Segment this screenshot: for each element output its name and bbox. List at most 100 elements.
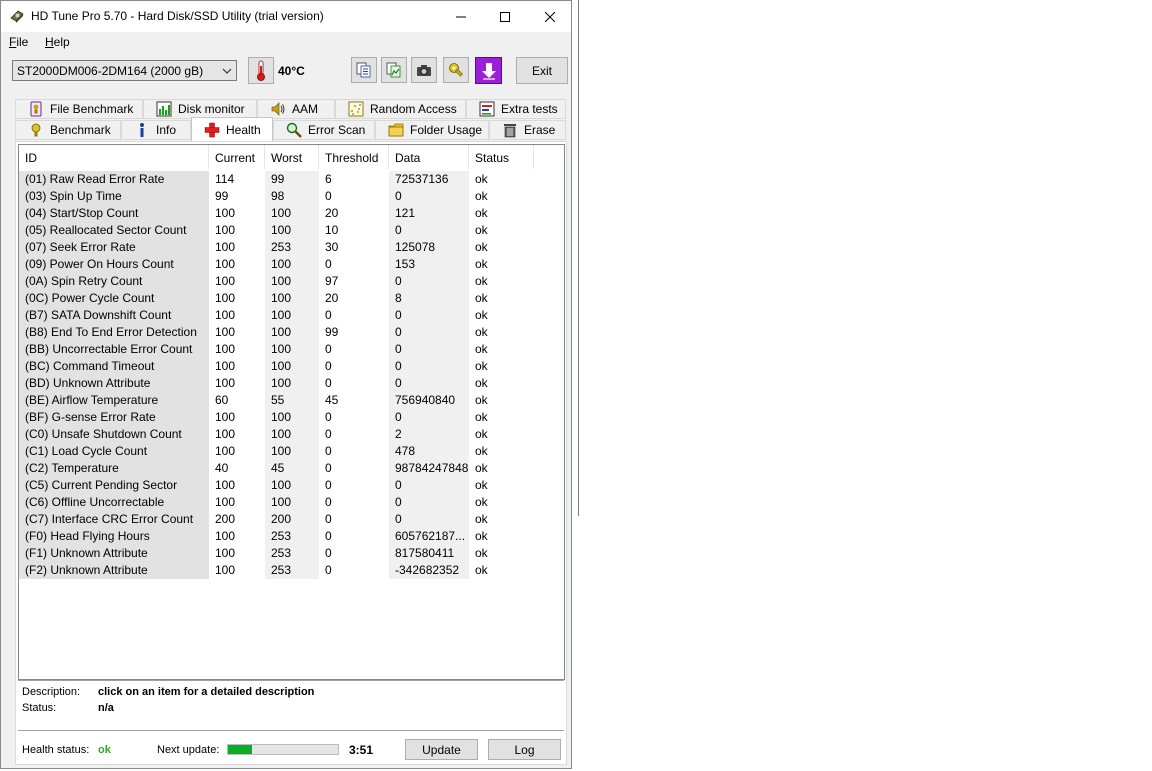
table-row[interactable]: (F1) Unknown Attribute 100 253 0 817580411 ok [19, 545, 564, 562]
data-value-cell: 0 [389, 494, 469, 511]
table-row[interactable]: (C6) Offline Uncorrectable 100 100 0 0 ok [19, 494, 564, 511]
tab-disk-monitor[interactable]: Disk monitor [143, 99, 257, 119]
table-row[interactable]: (C0) Unsafe Shutdown Count 100 100 0 2 ok [19, 426, 564, 443]
data-value-cell: 605762187... [389, 528, 469, 545]
tab-health[interactable]: Health [191, 117, 273, 141]
table-row[interactable]: (BD) Unknown Attribute 100 100 0 0 ok [19, 375, 564, 392]
data-value-cell: 153 [389, 256, 469, 273]
table-row[interactable]: (03) Spin Up Time 99 98 0 0 ok [19, 188, 564, 205]
table-row[interactable]: (B7) SATA Downshift Count 100 100 0 0 ok [19, 307, 564, 324]
toolbar: ST2000DM006-2DM164 (2000 gB) 40°C Exit [1, 52, 571, 94]
screenshot-button[interactable] [411, 57, 437, 83]
drive-select[interactable]: ST2000DM006-2DM164 (2000 gB) [12, 60, 237, 81]
status-value-cell: ok [469, 392, 534, 409]
table-row[interactable]: (BF) G-sense Error Rate 100 100 0 0 ok [19, 409, 564, 426]
column-header-worst[interactable]: Worst [265, 145, 319, 169]
table-row[interactable]: (0C) Power Cycle Count 100 100 20 8 ok [19, 290, 564, 307]
table-row[interactable]: (BC) Command Timeout 100 100 0 0 ok [19, 358, 564, 375]
attribute-id-cell: (BB) Uncorrectable Error Count [19, 341, 209, 358]
table-row[interactable]: (09) Power On Hours Count 100 100 0 153 ok [19, 256, 564, 273]
table-row[interactable]: (B8) End To End Error Detection 100 100 99 0… [19, 324, 564, 341]
save-button[interactable] [475, 57, 502, 84]
maximize-button[interactable] [482, 1, 528, 32]
exit-button[interactable]: Exit [516, 57, 568, 84]
table-row[interactable]: (05) Reallocated Sector Count 100 100 10 0 ok [19, 222, 564, 239]
current-value-cell: 100 [209, 256, 265, 273]
threshold-value-cell: 6 [319, 171, 389, 188]
attribute-id-cell: (0C) Power Cycle Count [19, 290, 209, 307]
status-value-cell: ok [469, 409, 534, 426]
threshold-value-cell: 0 [319, 426, 389, 443]
current-value-cell: 100 [209, 545, 265, 562]
threshold-value-cell: 97 [319, 273, 389, 290]
current-value-cell: 60 [209, 392, 265, 409]
table-row[interactable]: (BB) Uncorrectable Error Count 100 100 0 0 ok [19, 341, 564, 358]
tab-extra-tests[interactable]: Extra tests [466, 99, 566, 119]
tab-info-label: Info [156, 123, 177, 137]
data-value-cell: 0 [389, 511, 469, 528]
current-value-cell: 100 [209, 239, 265, 256]
attribute-id-cell: (04) Start/Stop Count [19, 205, 209, 222]
menu-file[interactable]: File [9, 35, 28, 49]
table-row[interactable]: (C2) Temperature 40 45 0 98784247848 ok [19, 460, 564, 477]
status-value-cell: ok [469, 562, 534, 579]
tools-icon [449, 63, 463, 77]
table-row[interactable]: (01) Raw Read Error Rate 114 99 6 72537136 ok [19, 171, 564, 188]
tab-erase-label: Erase [524, 123, 556, 137]
copy-bitmap-button[interactable] [381, 57, 407, 83]
copy-document-icon [356, 62, 371, 78]
column-header-current[interactable]: Current [209, 145, 265, 169]
column-header-status[interactable]: Status [469, 145, 534, 169]
tab-error-scan[interactable]: Error Scan [273, 120, 375, 140]
data-value-cell: 817580411 [389, 545, 469, 562]
close-button[interactable] [527, 1, 573, 32]
description-area: Description: click on an item for a deta… [16, 680, 566, 732]
threshold-value-cell: 45 [319, 392, 389, 409]
table-row[interactable]: (07) Seek Error Rate 100 253 30 125078 ok [19, 239, 564, 256]
copy-text-button[interactable] [351, 57, 377, 83]
threshold-value-cell: 0 [319, 528, 389, 545]
attribute-id-cell: (BE) Airflow Temperature [19, 392, 209, 409]
minimize-button[interactable] [438, 1, 484, 32]
divider [18, 730, 564, 731]
tab-erase[interactable]: Erase [489, 120, 566, 140]
options-button[interactable] [443, 57, 469, 83]
status-value-cell: ok [469, 511, 534, 528]
attribute-id-cell: (F1) Unknown Attribute [19, 545, 209, 562]
tab-random-access[interactable]: Random Access [335, 99, 466, 119]
column-header-data[interactable]: Data [389, 145, 469, 169]
table-row[interactable]: (0A) Spin Retry Count 100 100 97 0 ok [19, 273, 564, 290]
table-row[interactable]: (C5) Current Pending Sector 100 100 0 0 ok [19, 477, 564, 494]
menu-help[interactable]: Help [45, 35, 70, 49]
extra-tests-icon [479, 101, 495, 117]
next-update-progress-fill [228, 745, 253, 754]
tab-info[interactable]: Info [121, 120, 191, 140]
column-header-id[interactable]: ID [19, 145, 209, 169]
status-value-cell: ok [469, 545, 534, 562]
tab-aam[interactable]: AAM [257, 99, 335, 119]
tab-file-benchmark[interactable]: File Benchmark [15, 99, 143, 119]
threshold-value-cell: 0 [319, 545, 389, 562]
threshold-value-cell: 0 [319, 307, 389, 324]
table-row[interactable]: (C1) Load Cycle Count 100 100 0 478 ok [19, 443, 564, 460]
hard-disk-app-icon [10, 10, 24, 23]
table-row[interactable]: (BE) Airflow Temperature 60 55 45 756940840 o… [19, 392, 564, 409]
file-benchmark-icon [30, 101, 42, 117]
worst-value-cell: 253 [265, 239, 319, 256]
status-value-cell: ok [469, 358, 534, 375]
table-row[interactable]: (C7) Interface CRC Error Count 200 200 0 0 ok [19, 511, 564, 528]
table-row[interactable]: (F2) Unknown Attribute 100 253 0 -342682352 o… [19, 562, 564, 579]
table-row[interactable]: (F0) Head Flying Hours 100 253 0 605762187..… [19, 528, 564, 545]
update-button[interactable]: Update [405, 739, 478, 760]
threshold-value-cell: 0 [319, 477, 389, 494]
log-button[interactable]: Log [488, 739, 561, 760]
tab-benchmark[interactable]: Benchmark [15, 120, 121, 140]
tab-folder-usage[interactable]: Folder Usage [375, 120, 489, 140]
temperature-button[interactable] [248, 57, 274, 84]
column-header-threshold[interactable]: Threshold [319, 145, 389, 169]
drive-select-value: ST2000DM006-2DM164 (2000 gB) [17, 64, 204, 78]
table-row[interactable]: (04) Start/Stop Count 100 100 20 121 ok [19, 205, 564, 222]
status-value: n/a [98, 702, 114, 714]
smart-attribute-list[interactable]: ID Current Worst Threshold Data Status (… [18, 144, 565, 680]
data-value-cell: 72537136 [389, 171, 469, 188]
